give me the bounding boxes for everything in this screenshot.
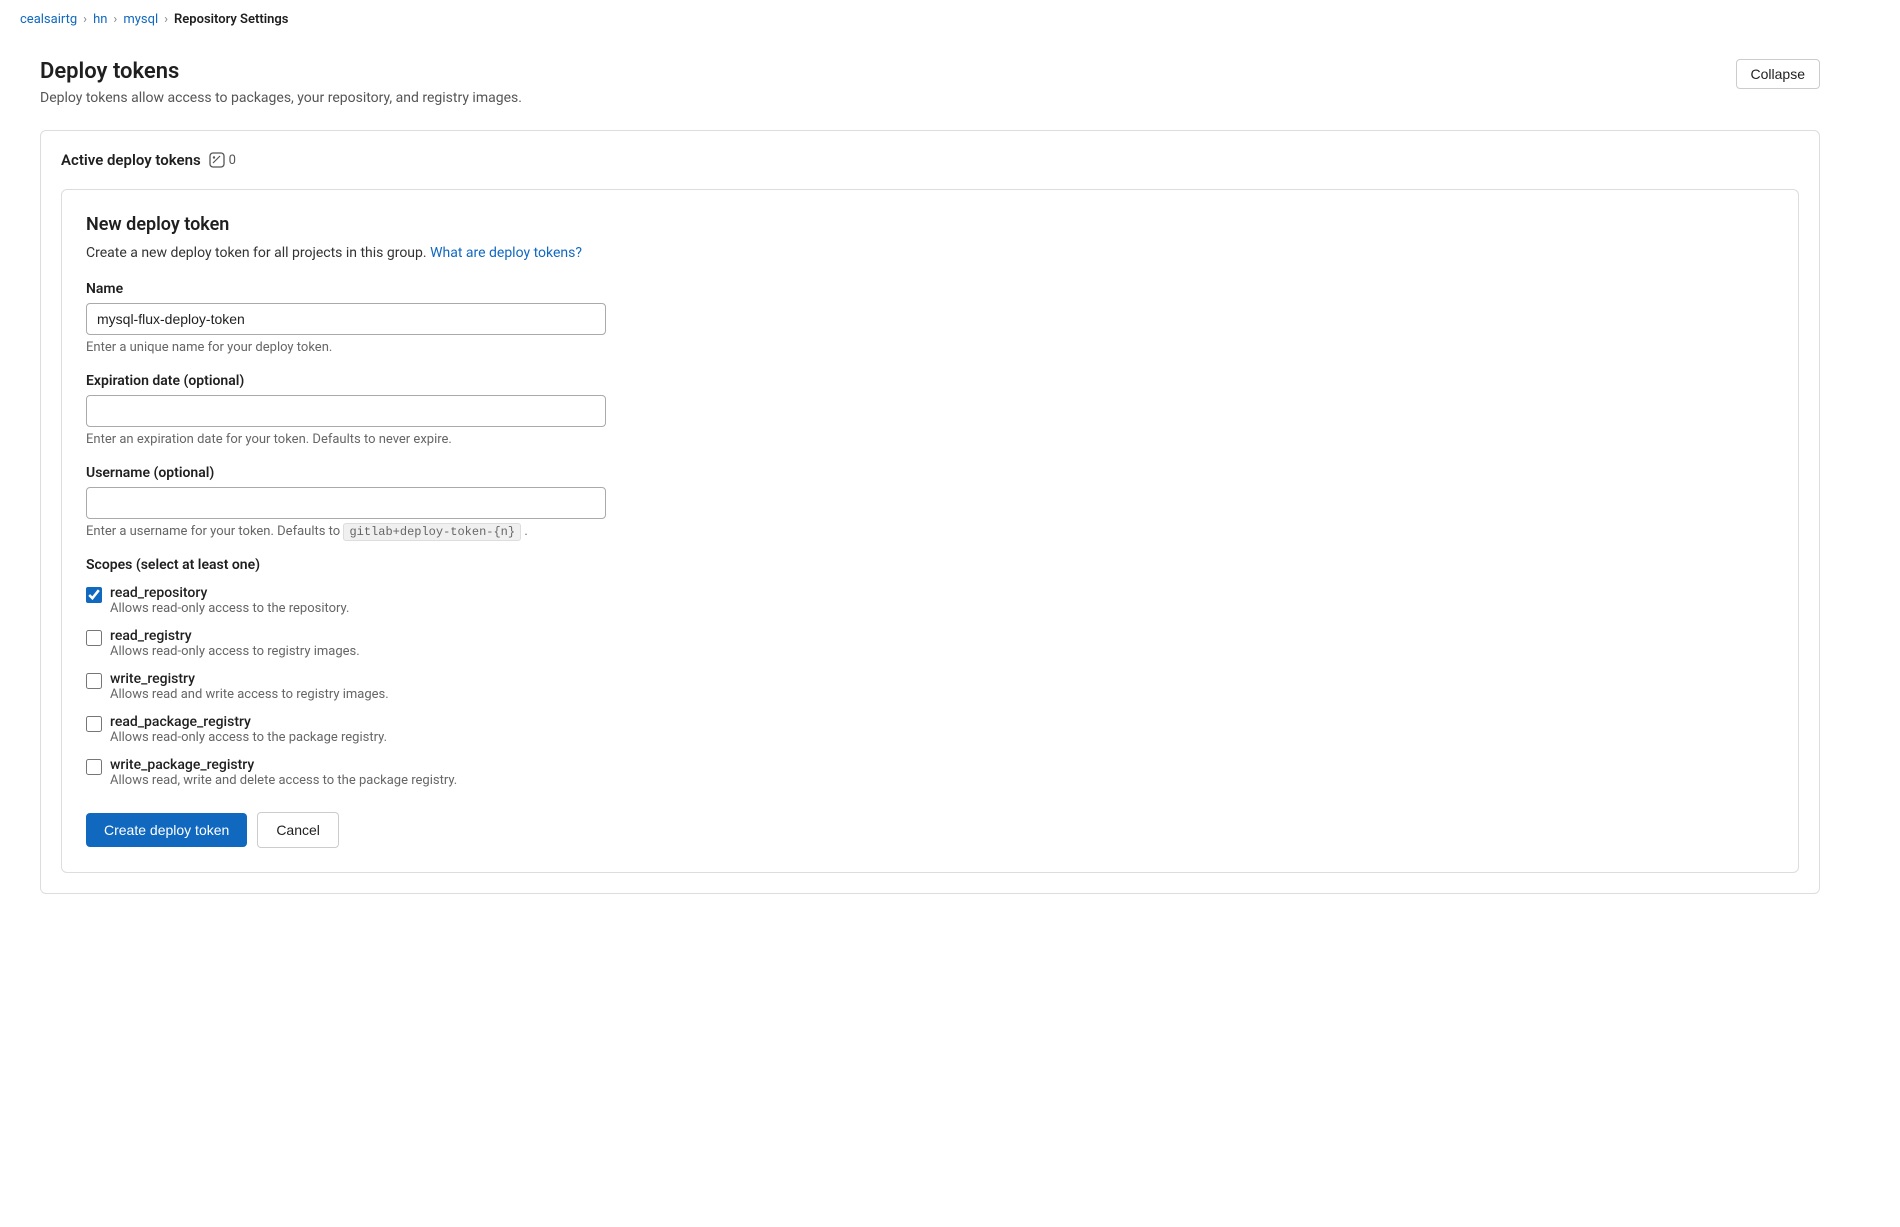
breadcrumb-sep-2: ›	[113, 12, 117, 27]
read-registry-desc: Allows read-only access to registry imag…	[110, 644, 360, 659]
read-package-registry-label: read_package_registry Allows read-only a…	[110, 714, 387, 745]
expiration-field-group: Expiration date (optional) Enter an expi…	[86, 373, 1774, 447]
cancel-button[interactable]: Cancel	[257, 812, 339, 848]
main-content: Deploy tokens Deploy tokens allow access…	[0, 39, 1860, 934]
form-actions: Create deploy token Cancel	[86, 812, 1774, 848]
read-package-registry-name: read_package_registry	[110, 714, 387, 730]
scope-read-package-registry: read_package_registry Allows read-only a…	[86, 714, 1774, 745]
token-count: 0	[229, 153, 236, 168]
form-description-text: Create a new deploy token for all projec…	[86, 245, 427, 261]
username-hint-code: gitlab+deploy-token-{n}	[343, 523, 521, 541]
write-package-registry-checkbox[interactable]	[86, 759, 102, 775]
form-title: New deploy token	[86, 214, 1774, 235]
page-subtitle: Deploy tokens allow access to packages, …	[40, 90, 522, 106]
breadcrumb: cealsairtg › hn › mysql › Repository Set…	[0, 0, 1900, 39]
write-package-registry-name: write_package_registry	[110, 757, 457, 773]
expiration-label: Expiration date (optional)	[86, 373, 1774, 389]
username-hint-suffix: .	[524, 524, 527, 539]
breadcrumb-cealsairtg[interactable]: cealsairtg	[20, 12, 77, 27]
scopes-group: Scopes (select at least one) read_reposi…	[86, 557, 1774, 788]
read-registry-name: read_registry	[110, 628, 360, 644]
breadcrumb-mysql[interactable]: mysql	[123, 12, 158, 27]
expiration-input[interactable]	[86, 395, 606, 427]
name-label: Name	[86, 281, 1774, 297]
active-tokens-label: Active deploy tokens	[61, 151, 201, 169]
write-registry-checkbox[interactable]	[86, 673, 102, 689]
create-deploy-token-button[interactable]: Create deploy token	[86, 813, 247, 847]
read-repository-checkbox[interactable]	[86, 587, 102, 603]
breadcrumb-current: Repository Settings	[174, 12, 288, 27]
write-package-registry-desc: Allows read, write and delete access to …	[110, 773, 457, 788]
read-registry-checkbox[interactable]	[86, 630, 102, 646]
breadcrumb-hn[interactable]: hn	[93, 12, 107, 27]
scope-write-registry: write_registry Allows read and write acc…	[86, 671, 1774, 702]
scope-read-repository: read_repository Allows read-only access …	[86, 585, 1774, 616]
write-registry-name: write_registry	[110, 671, 389, 687]
form-description: Create a new deploy token for all projec…	[86, 245, 1774, 261]
read-registry-label: read_registry Allows read-only access to…	[110, 628, 360, 659]
page-header: Deploy tokens Deploy tokens allow access…	[40, 59, 1820, 106]
expiration-hint: Enter an expiration date for your token.…	[86, 432, 1774, 447]
read-repository-desc: Allows read-only access to the repositor…	[110, 601, 349, 616]
what-are-deploy-tokens-link[interactable]: What are deploy tokens?	[430, 245, 582, 261]
name-field-group: Name Enter a unique name for your deploy…	[86, 281, 1774, 355]
read-package-registry-desc: Allows read-only access to the package r…	[110, 730, 387, 745]
read-repository-label: read_repository Allows read-only access …	[110, 585, 349, 616]
username-label: Username (optional)	[86, 465, 1774, 481]
page-title: Deploy tokens	[40, 59, 522, 84]
outer-card: Active deploy tokens 0 New deploy token …	[40, 130, 1820, 894]
name-hint: Enter a unique name for your deploy toke…	[86, 340, 1774, 355]
page-header-text: Deploy tokens Deploy tokens allow access…	[40, 59, 522, 106]
active-tokens-header: Active deploy tokens 0	[61, 151, 1799, 169]
read-package-registry-checkbox[interactable]	[86, 716, 102, 732]
read-repository-name: read_repository	[110, 585, 349, 601]
username-hint: Enter a username for your token. Default…	[86, 524, 1774, 539]
scope-write-package-registry: write_package_registry Allows read, writ…	[86, 757, 1774, 788]
new-deploy-token-card: New deploy token Create a new deploy tok…	[61, 189, 1799, 873]
collapse-button[interactable]: Collapse	[1736, 59, 1820, 89]
username-field-group: Username (optional) Enter a username for…	[86, 465, 1774, 539]
write-package-registry-label: write_package_registry Allows read, writ…	[110, 757, 457, 788]
scopes-label: Scopes (select at least one)	[86, 557, 1774, 573]
write-registry-desc: Allows read and write access to registry…	[110, 687, 389, 702]
write-registry-label: write_registry Allows read and write acc…	[110, 671, 389, 702]
tag-icon	[209, 152, 225, 168]
scope-read-registry: read_registry Allows read-only access to…	[86, 628, 1774, 659]
username-hint-prefix: Enter a username for your token. Default…	[86, 524, 340, 539]
token-count-icon: 0	[209, 152, 236, 168]
username-input[interactable]	[86, 487, 606, 519]
breadcrumb-sep-1: ›	[83, 12, 87, 27]
name-input[interactable]	[86, 303, 606, 335]
breadcrumb-sep-3: ›	[164, 12, 168, 27]
